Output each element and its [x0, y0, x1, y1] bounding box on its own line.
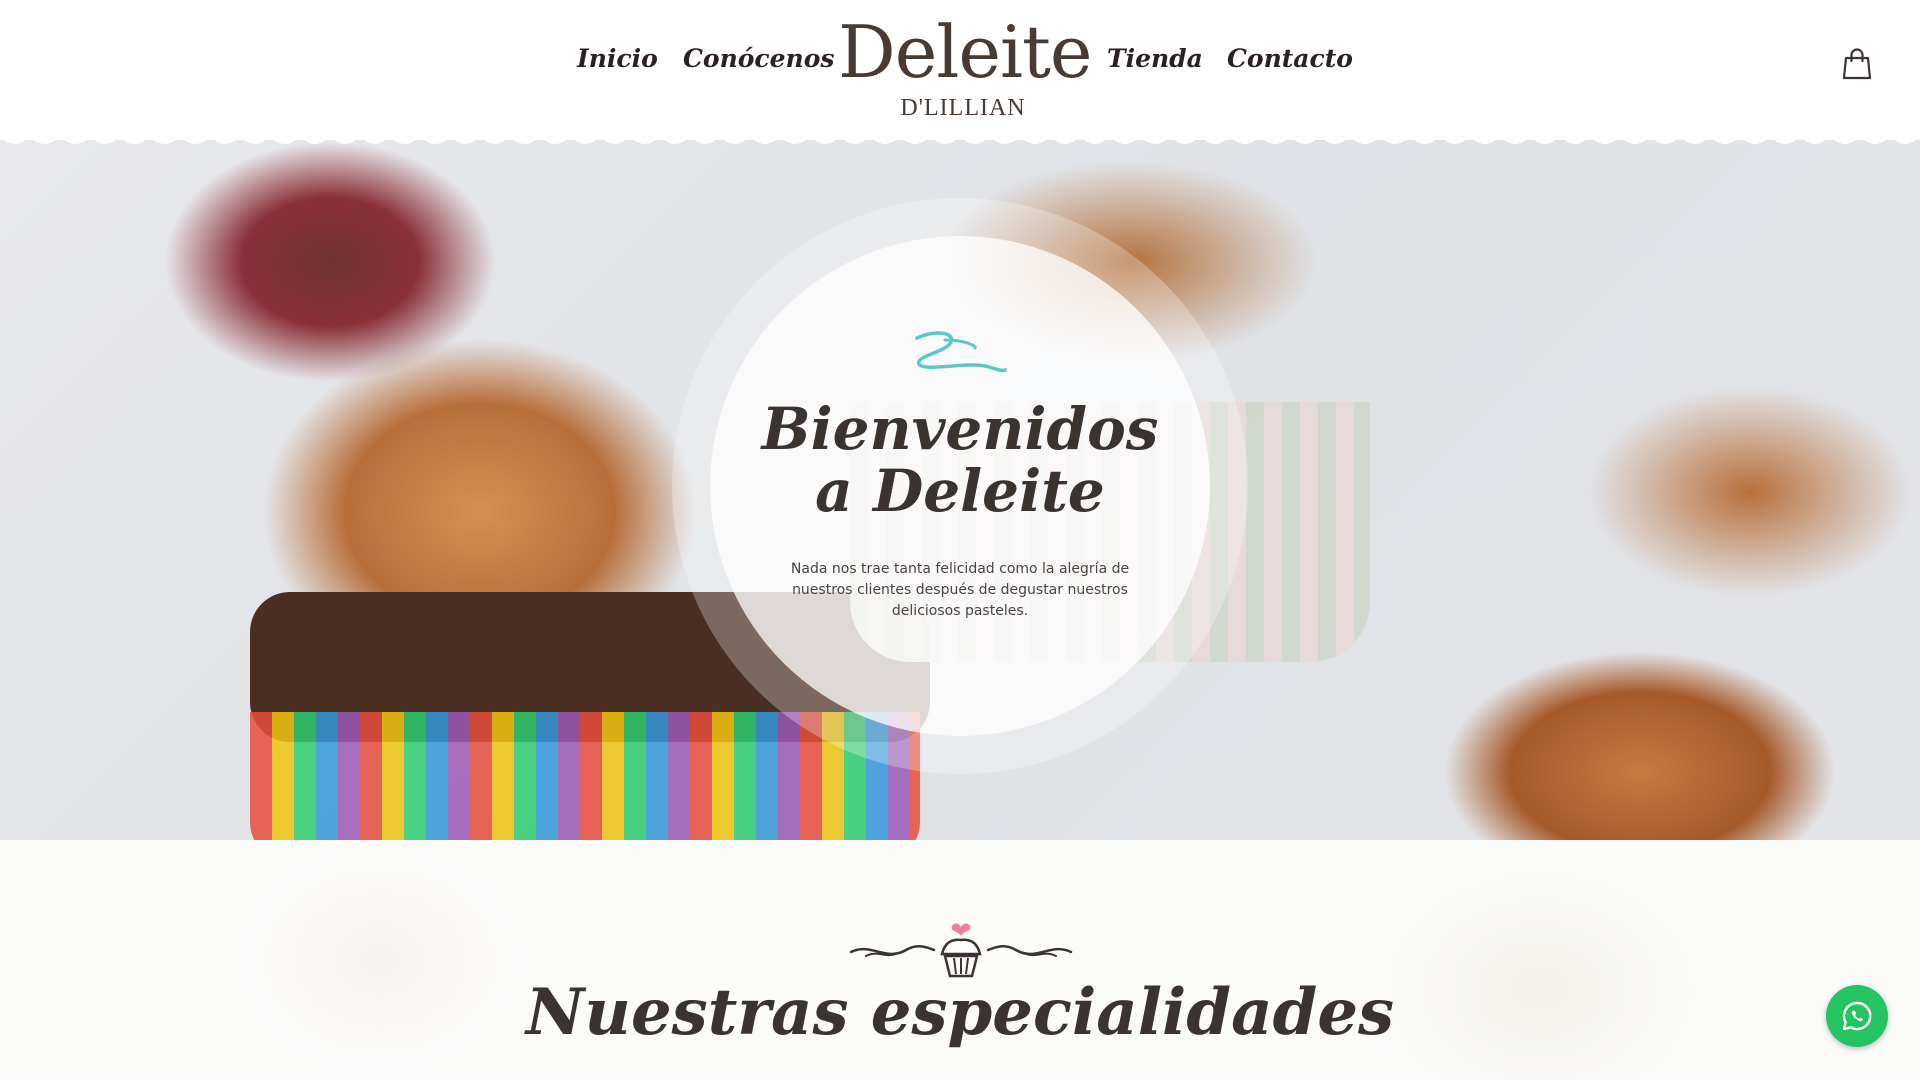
nav-conocenos[interactable]: Conócenos — [683, 44, 834, 73]
welcome-title-line2: a Deleite — [815, 457, 1105, 525]
hero-cupcake-wrapper — [250, 712, 920, 850]
site-header: Inicio Conócenos Deleite D'LILLIAN Tiend… — [0, 0, 1920, 140]
scalloped-edge-bottom — [0, 841, 1920, 858]
whatsapp-button[interactable] — [1826, 985, 1888, 1047]
welcome-text: Nada nos trae tanta felicidad como la al… — [790, 561, 1130, 619]
welcome-title-line1: Bienvenidos — [761, 395, 1159, 463]
nav-contacto[interactable]: Contacto — [1227, 44, 1353, 73]
nav-tienda[interactable]: Tienda — [1107, 44, 1203, 73]
brand-logo[interactable]: Deleite D'LILLIAN — [838, 8, 1093, 123]
nav-inicio[interactable]: Inicio — [577, 44, 658, 73]
swirl-ornament-icon — [915, 331, 1007, 373]
logo-wordmark: Deleite — [838, 10, 1093, 94]
welcome-title: Bienvenidos a Deleite — [720, 398, 1200, 522]
logo-subtitle: D'LILLIAN — [900, 95, 1026, 121]
shopping-bag-icon[interactable] — [1842, 48, 1872, 80]
cupcake-ornament-icon — [849, 923, 1073, 978]
whatsapp-icon — [1842, 1001, 1872, 1031]
specialties-title: Nuestras especialidades — [525, 975, 1395, 1050]
